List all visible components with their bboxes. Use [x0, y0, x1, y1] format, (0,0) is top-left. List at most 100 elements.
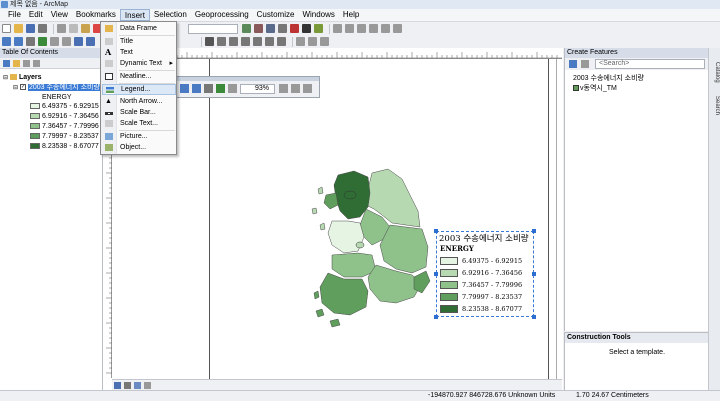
search-window-icon[interactable]	[278, 24, 287, 33]
fixed-zoom-out-icon[interactable]	[62, 37, 71, 46]
toolbar-item-icon[interactable]	[369, 24, 378, 33]
data-view-icon[interactable]	[114, 382, 121, 389]
refresh-icon[interactable]	[134, 382, 141, 389]
toolbar-item-icon[interactable]	[320, 37, 329, 46]
toolbar-item-icon[interactable]	[393, 24, 402, 33]
menu-bookmarks[interactable]: Bookmarks	[72, 9, 120, 21]
layers-node[interactable]: ⊟ Layers	[3, 73, 42, 83]
menu-help[interactable]: Help	[339, 9, 363, 21]
menu-item-title[interactable]: Title	[102, 36, 176, 47]
model-builder-icon[interactable]	[314, 24, 323, 33]
save-icon[interactable]	[26, 24, 35, 33]
time-slider-icon[interactable]	[265, 37, 274, 46]
selection-handle[interactable]	[434, 315, 438, 319]
filter-icon[interactable]	[581, 60, 589, 68]
catalog-tab[interactable]: Catalog	[710, 62, 720, 83]
toolbar-item-icon[interactable]	[296, 37, 305, 46]
layer-visibility-checkbox[interactable]: ✓	[19, 84, 26, 91]
list-by-selection-icon[interactable]	[33, 60, 40, 67]
toolbar-item-icon[interactable]	[333, 24, 342, 33]
map-legend[interactable]: 2003 수송에너지 소비량 ENERGY 6.49375 - 6.92915 …	[434, 229, 536, 319]
template-search-input[interactable]: <Search>	[595, 59, 705, 69]
arctoolbox-icon[interactable]	[290, 24, 299, 33]
menu-item-picture[interactable]: Picture...	[102, 131, 176, 142]
copy-icon[interactable]	[69, 24, 78, 33]
pan-icon[interactable]	[26, 37, 35, 46]
menu-windows[interactable]: Windows	[298, 9, 338, 21]
open-folder-icon[interactable]	[14, 24, 23, 33]
zoom-percent-dropdown[interactable]: 93%	[240, 84, 275, 94]
template-item[interactable]: v동역시_TM	[573, 84, 617, 93]
organize-templates-icon[interactable]	[569, 60, 577, 68]
list-by-drawing-order-icon[interactable]	[3, 60, 10, 67]
template-group[interactable]: 2003 수송에너지 소비량	[573, 74, 644, 83]
toolbar-item-icon[interactable]	[345, 24, 354, 33]
class-swatch	[30, 143, 40, 150]
menu-item-scale-bar[interactable]: Scale Bar...	[102, 107, 176, 118]
python-window-icon[interactable]	[302, 24, 311, 33]
selection-handle[interactable]	[532, 272, 536, 276]
zoom-100-icon[interactable]	[228, 84, 237, 93]
pause-drawing-icon[interactable]	[144, 382, 151, 389]
menu-edit[interactable]: Edit	[25, 9, 47, 21]
list-by-visibility-icon[interactable]	[23, 60, 30, 67]
selection-handle[interactable]	[434, 229, 438, 233]
menu-file[interactable]: File	[4, 9, 25, 21]
change-layout-icon[interactable]	[303, 84, 312, 93]
toolbar-item-icon[interactable]	[357, 24, 366, 33]
korea-choropleth-map[interactable]	[310, 165, 440, 330]
binoculars-find-icon[interactable]	[205, 37, 214, 46]
toolbar-item-icon[interactable]	[308, 37, 317, 46]
list-by-source-icon[interactable]	[13, 60, 20, 67]
layer-name[interactable]: 2003 수송에너지 소비량	[27, 84, 101, 91]
full-extent-icon[interactable]	[38, 37, 47, 46]
scale-dropdown[interactable]	[188, 23, 238, 34]
menu-view[interactable]: View	[47, 9, 72, 21]
menu-item-north-arrow[interactable]: ▲ North Arrow...	[102, 96, 176, 107]
toolbar-item-icon[interactable]	[381, 24, 390, 33]
menu-geoprocessing[interactable]: Geoprocessing	[191, 9, 253, 21]
layout-view-icon[interactable]	[124, 382, 131, 389]
menu-item-legend[interactable]: Legend...	[102, 84, 176, 95]
measure-icon[interactable]	[229, 37, 238, 46]
pan-page-icon[interactable]	[204, 84, 213, 93]
menu-item-data-frame[interactable]: Data Frame	[102, 23, 176, 34]
selection-handle[interactable]	[532, 315, 536, 319]
zoom-out-icon[interactable]	[14, 37, 23, 46]
layer-field-name: ENERGY	[42, 94, 72, 101]
selection-handle[interactable]	[434, 272, 438, 276]
hyperlink-icon[interactable]	[241, 37, 250, 46]
go-to-xy-icon[interactable]	[217, 37, 226, 46]
next-extent-icon[interactable]	[86, 37, 95, 46]
paste-icon[interactable]	[81, 24, 90, 33]
menu-insert[interactable]: Insert	[119, 9, 150, 21]
zoom-in-page-icon[interactable]	[180, 84, 189, 93]
html-popup-icon[interactable]	[253, 37, 262, 46]
search-tab[interactable]: Search	[710, 96, 720, 115]
zoom-in-icon[interactable]	[2, 37, 11, 46]
layer-node[interactable]: ⊟ ✓ 2003 수송에너지 소비량	[13, 83, 101, 93]
menu-item-scale-text[interactable]: Scale Text...	[102, 118, 176, 129]
create-viewer-icon[interactable]	[277, 37, 286, 46]
zoom-out-page-icon[interactable]	[192, 84, 201, 93]
fixed-zoom-in-icon[interactable]	[50, 37, 59, 46]
focus-data-frame-icon[interactable]	[291, 84, 300, 93]
menu-item-text[interactable]: A Text	[102, 47, 176, 58]
menu-customize[interactable]: Customize	[253, 9, 299, 21]
print-icon[interactable]	[38, 24, 47, 33]
construction-tools-panel: Construction Tools Select a template.	[564, 332, 709, 390]
legend-swatch	[440, 281, 458, 289]
menu-item-dynamic-text[interactable]: Dynamic Text ▸	[102, 58, 176, 69]
menu-item-object[interactable]: Object...	[102, 142, 176, 153]
previous-extent-icon[interactable]	[74, 37, 83, 46]
editor-toolbar-icon[interactable]	[242, 24, 251, 33]
menu-selection[interactable]: Selection	[150, 9, 191, 21]
toc-window-icon[interactable]	[254, 24, 263, 33]
new-document-icon[interactable]	[2, 24, 11, 33]
menu-item-neatline[interactable]: Neatline...	[102, 71, 176, 82]
zoom-whole-page-icon[interactable]	[216, 84, 225, 93]
selection-handle[interactable]	[532, 229, 536, 233]
toggle-draft-mode-icon[interactable]	[279, 84, 288, 93]
cut-icon[interactable]	[57, 24, 66, 33]
catalog-window-icon[interactable]	[266, 24, 275, 33]
